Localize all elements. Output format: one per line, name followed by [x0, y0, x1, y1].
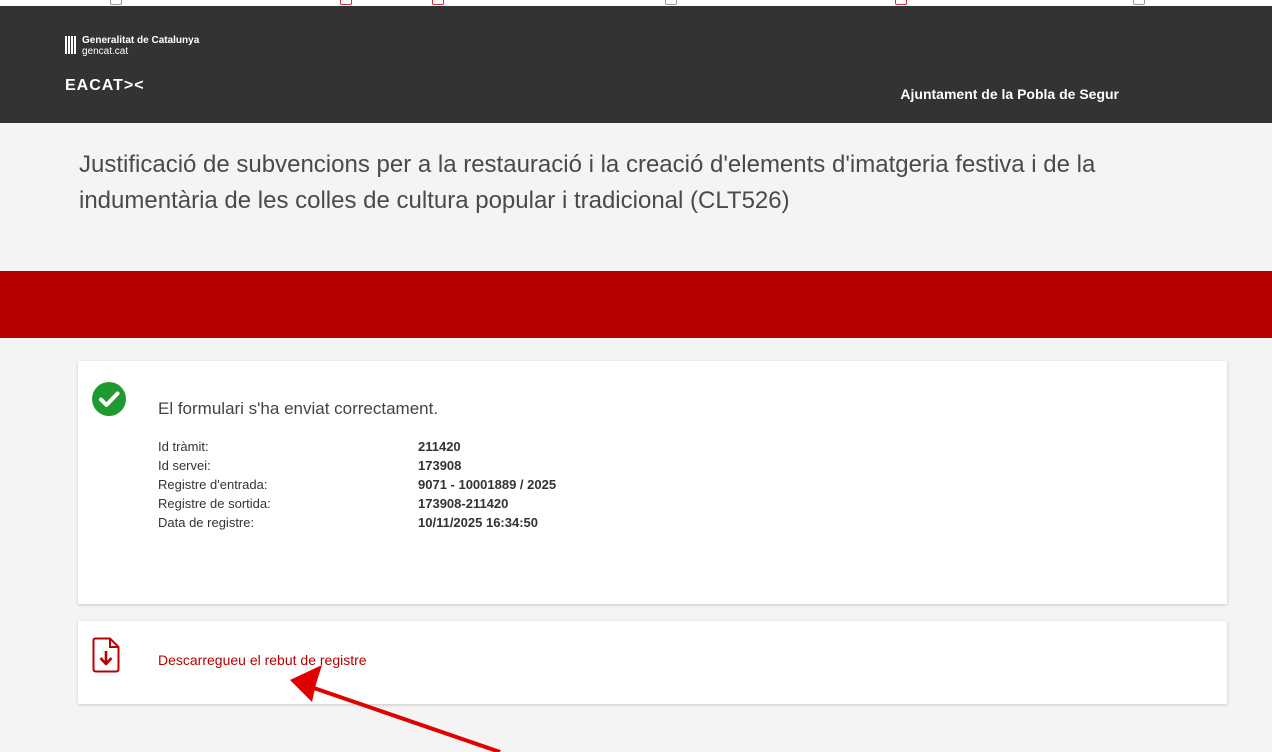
registration-details: Id tràmit: 211420 Id servei: 173908 Regi… — [158, 437, 556, 532]
success-message: El formulari s'ha enviat correctament. — [158, 399, 439, 418]
pdf-download-icon[interactable] — [92, 637, 120, 673]
bookmark-icon[interactable] — [432, 0, 444, 5]
detail-row: Id servei: 173908 — [158, 456, 556, 475]
detail-row: Data de registre: 10/11/2025 16:34:50 — [158, 513, 556, 532]
download-receipt-link[interactable]: Descarregueu el rebut de registre — [158, 652, 367, 668]
eacat-logo[interactable]: EACAT>< — [65, 77, 145, 95]
site-header — [0, 6, 1272, 123]
detail-label: Data de registre: — [158, 515, 255, 530]
bookmark-icon[interactable] — [895, 0, 907, 5]
page-title: Justificació de subvencions per a la res… — [79, 151, 1096, 214]
detail-row: Registre de sortida: 173908-211420 — [158, 494, 556, 513]
detail-row: Id tràmit: 211420 — [158, 437, 556, 456]
bookmark-icon[interactable] — [665, 0, 677, 5]
detail-value: 10/11/2025 16:34:50 — [418, 515, 538, 530]
generalitat-name: Generalitat de Catalunya — [82, 35, 200, 46]
detail-row: Registre d'entrada: 9071 - 10001889 / 20… — [158, 475, 556, 494]
check-circle-icon — [92, 382, 126, 416]
detail-value: 9071 - 10001889 / 2025 — [418, 477, 557, 492]
generalitat-domain: gencat.cat — [82, 46, 129, 57]
detail-label: Registre de sortida: — [158, 496, 271, 511]
detail-value: 173908 — [418, 458, 462, 473]
detail-label: Id servei: — [158, 458, 211, 473]
generalitat-logo-icon[interactable] — [65, 36, 79, 54]
generalitat-brand[interactable]: Generalitat de Catalunya gencat.cat — [82, 35, 199, 57]
red-banner — [0, 271, 1272, 338]
bookmark-icon[interactable] — [340, 0, 352, 5]
bookmark-icon[interactable] — [1133, 0, 1145, 5]
detail-value: 173908-211420 — [418, 496, 509, 511]
detail-label: Registre d'entrada: — [158, 477, 268, 492]
detail-label: Id tràmit: — [158, 439, 209, 454]
detail-value: 211420 — [418, 439, 461, 454]
organization-name: Ajuntament de la Pobla de Segur — [900, 86, 1119, 102]
bookmark-icon[interactable] — [110, 0, 122, 5]
